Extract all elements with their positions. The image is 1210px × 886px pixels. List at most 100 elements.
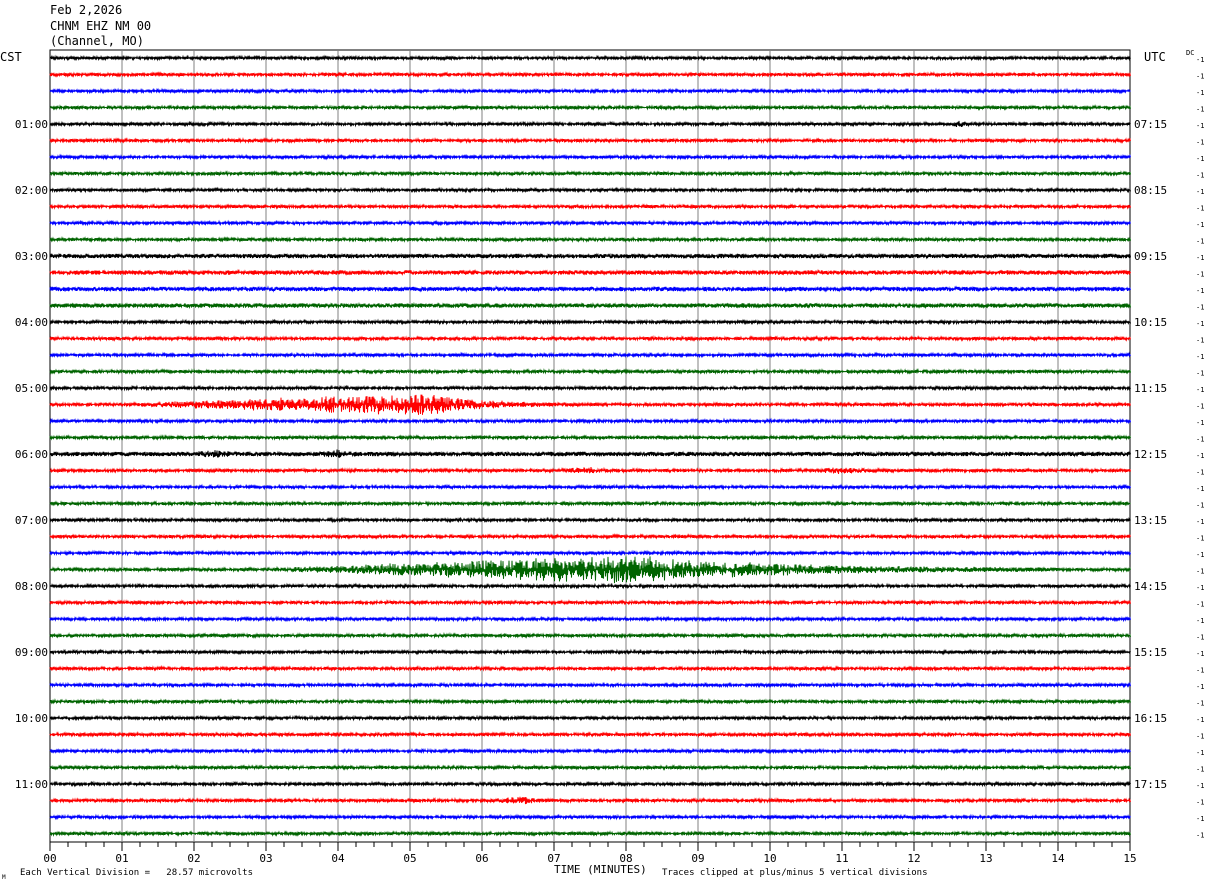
- trace-offset-label: -1: [1196, 518, 1204, 526]
- left-hour-label: 05:00: [15, 382, 48, 395]
- trace-offset-label: -1: [1196, 106, 1204, 114]
- trace-row: [49, 236, 1131, 243]
- trace-row: [49, 665, 1131, 672]
- x-tick-label: 10: [763, 852, 776, 865]
- trace-offset-label: -1: [1196, 716, 1204, 724]
- trace-row: [49, 648, 1131, 656]
- right-timezone: UTC: [1144, 50, 1166, 64]
- trace-offset-label: -1: [1196, 584, 1204, 592]
- trace-row: [49, 632, 1131, 639]
- right-hour-label: 10:15: [1134, 316, 1167, 329]
- left-hour-label: 11:00: [15, 778, 48, 791]
- trace-row: [49, 368, 1131, 375]
- trace-row: [49, 466, 1131, 474]
- trace-row: [49, 417, 1131, 425]
- trace-offset-label: -1: [1196, 337, 1204, 345]
- trace-row: [49, 813, 1131, 821]
- trace-offset-label: -1: [1196, 287, 1204, 295]
- right-hour-label: 17:15: [1134, 778, 1167, 791]
- trace-offset-label: -1: [1196, 815, 1204, 823]
- trace-row: [49, 830, 1131, 837]
- left-timezone: CST: [0, 50, 22, 64]
- left-hour-label: 04:00: [15, 316, 48, 329]
- left-hour-label: 08:00: [15, 580, 48, 593]
- trace-offset-label: -1: [1196, 667, 1204, 675]
- left-hour-label: 06:00: [15, 448, 48, 461]
- trace-row: [49, 153, 1131, 161]
- left-hour-label: 02:00: [15, 184, 48, 197]
- clip-note: Traces clipped at plus/minus 5 vertical …: [662, 868, 928, 878]
- trace-row: [49, 747, 1131, 755]
- trace-row: [49, 351, 1131, 359]
- trace-offset-label: -1: [1196, 353, 1204, 361]
- x-tick-label: 11: [835, 852, 848, 865]
- trace-row: [49, 335, 1131, 342]
- trace-offset-label: -1: [1196, 799, 1204, 807]
- trace-row: [49, 252, 1131, 260]
- x-tick-label: 09: [691, 852, 704, 865]
- dc-label: DC: [1186, 49, 1195, 57]
- x-tick-label: 01: [115, 852, 128, 865]
- trace-offset-label: -1: [1196, 700, 1204, 708]
- trace-offset-label: -1: [1196, 155, 1204, 163]
- trace-row: [49, 87, 1131, 95]
- right-hour-label: 11:15: [1134, 382, 1167, 395]
- trace-row: [50, 54, 1131, 62]
- trace-row: [49, 796, 1131, 805]
- x-axis: 00 01 02 03 04 05 06 07 08 09 10 11 12 13 14 15: [43, 842, 1137, 865]
- trace-offset-label: -1: [1196, 749, 1204, 757]
- trace-offset-label: -1: [1196, 485, 1204, 493]
- trace-row: [49, 516, 1131, 524]
- station-id: CHNM EHZ NM 00: [50, 19, 152, 33]
- trace-offset-label: -1: [1196, 56, 1204, 64]
- x-axis-title: TIME (MINUTES): [554, 863, 647, 876]
- trace-row: [49, 582, 1131, 590]
- trace-row: [49, 268, 1131, 277]
- vertical-division-note: Each Vertical Division = 28.57 microvolt…: [20, 868, 253, 878]
- trace-offset-label: -1: [1196, 172, 1204, 180]
- right-hour-label: 12:15: [1134, 448, 1167, 461]
- trace-row: [49, 301, 1131, 310]
- trace-row: [49, 104, 1131, 111]
- trace-offset-label: -1: [1196, 73, 1204, 81]
- left-hour-label: 10:00: [15, 712, 48, 725]
- trace-offset-label: -1: [1196, 436, 1204, 444]
- trace-row: [49, 533, 1131, 540]
- right-hour-label: 09:15: [1134, 250, 1167, 263]
- trace-offset-label: -1: [1196, 320, 1204, 328]
- trace-row: [49, 71, 1131, 78]
- trace-offset-label: -1: [1196, 304, 1204, 312]
- trace-offset-label: -1: [1196, 188, 1204, 196]
- trace-row: [49, 449, 1131, 458]
- left-hour-label: 01:00: [15, 118, 48, 131]
- x-tick-label: 13: [979, 852, 992, 865]
- trace-offset-label: -1: [1196, 419, 1204, 427]
- left-hour-label: 07:00: [15, 514, 48, 527]
- x-tick-label: 02: [187, 852, 200, 865]
- trace-row: [49, 203, 1131, 210]
- trace-row: [49, 219, 1131, 227]
- trace-offset-label: -1: [1196, 89, 1204, 97]
- trace-offset-label: -1: [1196, 568, 1204, 576]
- x-tick-label: 04: [331, 852, 345, 865]
- trace-offset-label: -1: [1196, 238, 1204, 246]
- trace-row: [49, 599, 1131, 606]
- trace-row: [49, 318, 1131, 326]
- trace-row: [49, 384, 1131, 392]
- trace-offset-label: -1: [1196, 766, 1204, 774]
- trace-offset-label: -1: [1196, 683, 1204, 691]
- trace-row: [49, 549, 1131, 557]
- helicorder-chart: 00 01 02 03 04 05 06 07 08 09 10 11 12 13 14 15 01:0002…: [15, 49, 1204, 865]
- trace-offset-label: -1: [1196, 139, 1204, 147]
- trace-offset-label: -1: [1196, 733, 1204, 741]
- x-tick-label: 15: [1123, 852, 1136, 865]
- trace-offset-label: -1: [1196, 254, 1204, 262]
- chart-date: Feb 2,2026: [50, 3, 123, 17]
- left-hour-label: 03:00: [15, 250, 48, 263]
- trace-offset-label: -1: [1196, 782, 1204, 790]
- trace-offset-label: -1: [1196, 551, 1204, 559]
- trace-row: [49, 137, 1131, 144]
- trace-row: [49, 120, 1131, 128]
- trace-row: [49, 698, 1131, 705]
- x-tick-label: 14: [1051, 852, 1065, 865]
